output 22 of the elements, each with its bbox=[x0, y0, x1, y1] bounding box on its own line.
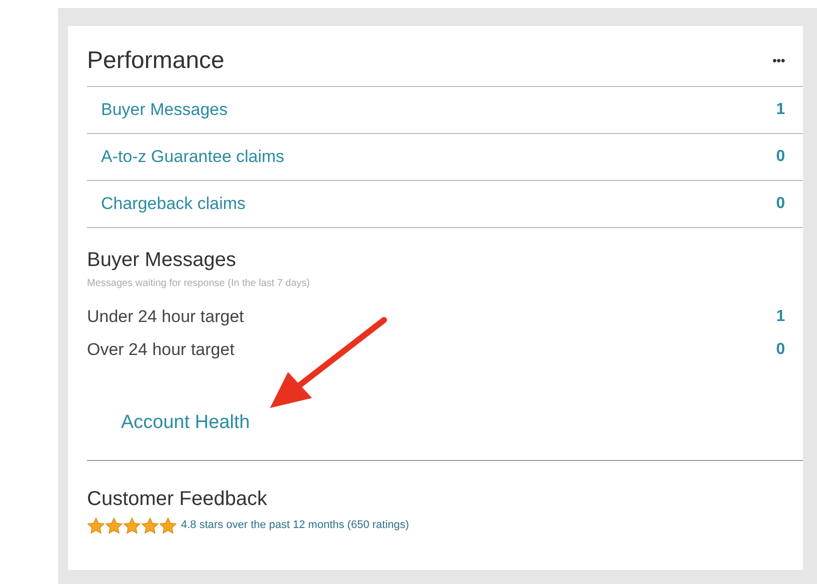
account-health-link[interactable]: Account Health bbox=[121, 409, 250, 438]
section-subtitle: Messages waiting for response (In the last 7 days) bbox=[87, 277, 311, 291]
rating-summary: 4.8 stars over the past 12 months (650 ratings) bbox=[181, 518, 410, 534]
card-title: Performance bbox=[87, 46, 224, 76]
metric-count: 0 bbox=[776, 194, 785, 214]
metric-link[interactable]: A-to-z Guarantee claims bbox=[101, 144, 284, 170]
metric-count: 0 bbox=[776, 147, 785, 167]
target-label: Under 24 hour target bbox=[87, 306, 244, 328]
section-title: Buyer Messages bbox=[87, 250, 237, 270]
more-button[interactable]: ••• bbox=[772, 51, 785, 71]
star-icon bbox=[159, 516, 177, 534]
star-icon bbox=[141, 516, 159, 534]
star-icon bbox=[105, 516, 123, 534]
star-icon bbox=[87, 516, 105, 534]
star-icon bbox=[123, 516, 141, 534]
metric-link[interactable]: Chargeback claims bbox=[101, 191, 246, 217]
target-label: Over 24 hour target bbox=[87, 338, 234, 361]
target-count: 1 bbox=[776, 306, 785, 326]
section-title: Customer Feedback bbox=[87, 488, 268, 508]
metric-count: 1 bbox=[776, 100, 785, 120]
target-count: 0 bbox=[776, 340, 785, 360]
metric-link[interactable]: Buyer Messages bbox=[101, 97, 228, 123]
